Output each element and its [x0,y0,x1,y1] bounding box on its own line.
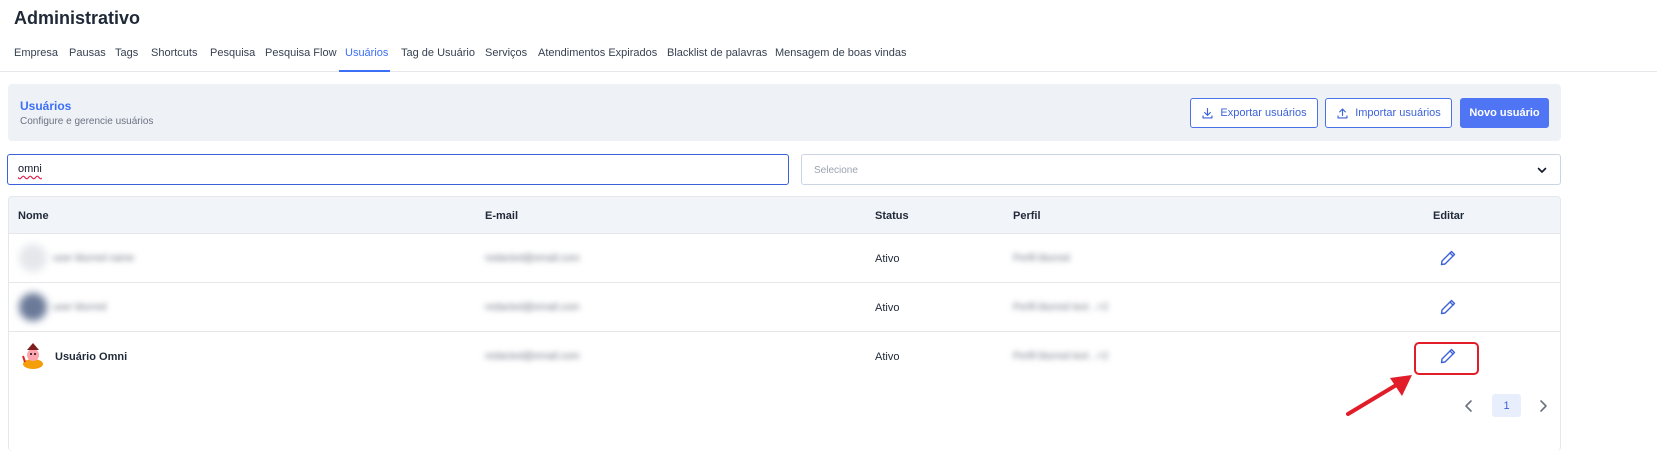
user-status: Ativo [875,302,900,314]
user-status: Ativo [875,351,900,363]
select-placeholder: Selecione [814,165,858,176]
tab-atendimentos-expirados[interactable]: Atendimentos Expirados [538,47,657,59]
users-table: Nome E-mail Status Perfil Editar user bl… [8,196,1561,451]
table-row: user blurred name redacted@email.com Ati… [9,234,1560,283]
column-header-status: Status [875,210,909,222]
user-profile: Perfil blurred text ..+2 [1013,302,1109,313]
active-tab-indicator [339,70,390,72]
edit-highlight-annotation [1414,342,1479,375]
user-email: redacted@email.com [485,351,580,362]
chevron-down-icon [1537,167,1547,173]
user-name: Usuário Omni [55,351,128,363]
section-title: Usuários [20,99,72,113]
user-email: redacted@email.com [485,253,580,264]
column-header-profile: Perfil [1013,210,1041,222]
edit-pencil-icon[interactable] [1439,249,1457,267]
user-profile: Perfil blurred text ..+2 [1013,351,1109,362]
search-input[interactable] [7,154,789,185]
red-arrow-annotation-icon [1346,375,1412,416]
import-users-label: Importar usuários [1355,107,1441,119]
table-header: Nome E-mail Status Perfil Editar [9,197,1560,234]
search-input-value: omni [18,163,42,175]
tab-blacklist-de-palavras[interactable]: Blacklist de palavras [667,47,767,59]
tab-usuarios[interactable]: Usuários [345,47,388,59]
user-profile: Perfil blurred [1013,253,1070,264]
tab-mensagem-de-boas-vindas[interactable]: Mensagem de boas vindas [775,47,906,59]
upload-icon [1337,107,1348,119]
tab-pesquisa[interactable]: Pesquisa [210,47,255,59]
tab-servicos[interactable]: Serviços [485,47,527,59]
user-status: Ativo [875,253,900,265]
new-user-button[interactable]: Novo usuário [1460,98,1549,128]
user-name: user blurred [53,302,107,313]
section-subtitle: Configure e gerencie usuários [20,116,154,127]
pagination-page-button[interactable]: 1 [1492,394,1521,417]
avatar [22,343,43,369]
page-title: Administrativo [14,8,141,28]
tab-empresa[interactable]: Empresa [14,47,58,59]
tab-pesquisa-flow[interactable]: Pesquisa Flow [265,47,337,59]
tab-tags[interactable]: Tags [115,47,138,59]
import-users-button[interactable]: Importar usuários [1325,98,1452,128]
chevron-left-icon[interactable] [1461,398,1477,414]
tab-shortcuts[interactable]: Shortcuts [151,47,197,59]
user-email: redacted@email.com [485,302,580,313]
column-header-edit: Editar [1433,210,1465,222]
download-icon [1202,107,1213,119]
column-header-name: Nome [18,210,49,222]
edit-pencil-icon[interactable] [1439,298,1457,316]
tab-pausas[interactable]: Pausas [69,47,106,59]
table-row: Usuário Omni redacted@email.com Ativo Pe… [9,332,1560,381]
table-row: user blurred redacted@email.com Ativo Pe… [9,283,1560,332]
user-name: user blurred name [53,253,135,264]
admin-tabs: Empresa Pausas Tags Shortcuts Pesquisa P… [0,36,1657,72]
chevron-right-icon[interactable] [1535,398,1551,414]
tab-tag-de-usuario[interactable]: Tag de Usuário [401,47,475,59]
users-header-card: Usuários Configure e gerencie usuários E… [8,84,1561,141]
profile-select[interactable]: Selecione [801,154,1561,185]
avatar [19,293,47,321]
export-users-button[interactable]: Exportar usuários [1190,98,1318,128]
avatar [19,244,47,272]
column-header-email: E-mail [485,210,519,222]
export-users-label: Exportar usuários [1220,107,1307,119]
